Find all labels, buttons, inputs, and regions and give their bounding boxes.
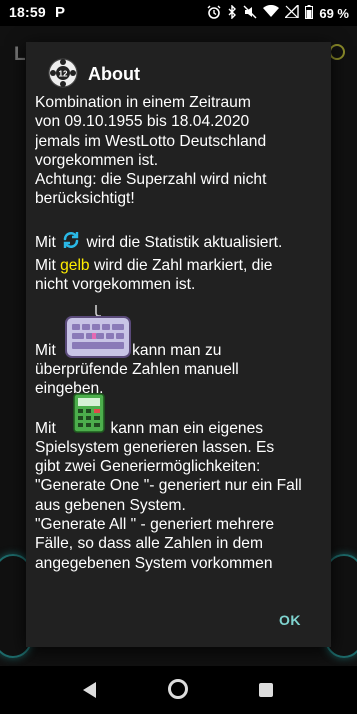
calculator-text: Mit kann man ein eigenes Spielsystem gen…: [35, 392, 325, 573]
about-dialog: 12 About Kombination in einem Zeitraum v…: [26, 42, 331, 647]
text-line: Spielsystem generieren lassen. Es: [35, 438, 275, 456]
battery-percent: 69 %: [319, 5, 349, 21]
text-segment: Mit: [35, 257, 61, 275]
text-segment: Mit: [35, 233, 61, 251]
p-app-icon: P: [55, 4, 66, 21]
wifi-icon: [263, 4, 280, 21]
ok-button[interactable]: OK: [273, 608, 307, 632]
refresh-icon: [60, 229, 82, 256]
text-line: angegebenen System vorkommen: [35, 554, 273, 572]
refresh-text: Mit wird die Statistik aktualisiert. Mit…: [35, 229, 325, 295]
text-line: nicht vorgekommen ist.: [35, 276, 196, 294]
text-line: Achtung: die Superzahl wird nicht: [35, 171, 267, 189]
keyboard-icon: [63, 304, 133, 366]
text-segment: wird die Zahl markiert, die: [89, 257, 273, 275]
text-segment: Mit: [35, 341, 61, 359]
text-segment: kann man ein eigenes: [106, 419, 264, 437]
lotto-ball-number: 12: [59, 70, 68, 79]
text-line: gibt zwei Generiermöglichkeiten:: [35, 458, 261, 476]
back-icon[interactable]: [80, 680, 98, 700]
text-line: aus gebenen System.: [35, 496, 186, 514]
home-icon[interactable]: [168, 679, 188, 699]
signal-icon: [283, 3, 300, 21]
text-line: "Generate All " - generiert mehrere: [35, 516, 275, 534]
info-icon: [329, 44, 345, 60]
text-line: vorgekommen ist.: [35, 151, 159, 169]
text-line: Fälle, so dass alle Zahlen in dem: [35, 535, 263, 553]
highlight-word: gelb: [60, 257, 90, 275]
app-title: L: [14, 44, 26, 65]
mute-icon: [243, 5, 257, 22]
dialog-scroll-content[interactable]: Kombination in einem Zeitraum von 09.10.…: [35, 82, 325, 602]
keyboard-text: Mit kann man zu überprüfende Zahlen manu…: [35, 304, 325, 399]
text-line: von 09.10.1955 bis 18.04.2020: [35, 113, 250, 131]
dialog-title: About: [88, 64, 140, 84]
text-segment: wird die Statistik aktualisiert.: [82, 233, 283, 251]
intro-text: Kombination in einem Zeitraum von 09.10.…: [35, 93, 325, 209]
recents-icon[interactable]: [259, 683, 273, 697]
text-line: Kombination in einem Zeitraum: [35, 94, 251, 111]
dialog-header: 12 About: [26, 42, 331, 94]
lotto-ball-icon: 12: [48, 58, 78, 88]
text-line: "Generate One "- generiert nur ein Fall: [35, 477, 302, 495]
text-segment: Mit: [35, 419, 61, 437]
status-bar: 18:59 P 69 %: [0, 0, 357, 26]
text-line: Mit wird die Statistik aktualisiert.: [35, 229, 325, 256]
text-line: Mit kann man ein eigenes: [35, 392, 325, 438]
text-line: Mit kann man zu: [35, 304, 325, 360]
status-time: 18:59: [9, 4, 46, 20]
status-icons: 69 %: [207, 3, 349, 23]
text-line: berücksichtigt!: [35, 190, 135, 208]
bluetooth-icon: [227, 3, 237, 22]
text-segment: kann man zu: [132, 341, 222, 359]
battery-icon: [305, 4, 314, 22]
text-line: Mit gelb wird die Zahl markiert, die: [35, 256, 325, 275]
text-line: jemals im WestLotto Deutschland: [35, 132, 267, 150]
navigation-bar: [0, 666, 357, 714]
calculator-icon: [73, 392, 105, 438]
alarm-icon: [207, 5, 221, 22]
